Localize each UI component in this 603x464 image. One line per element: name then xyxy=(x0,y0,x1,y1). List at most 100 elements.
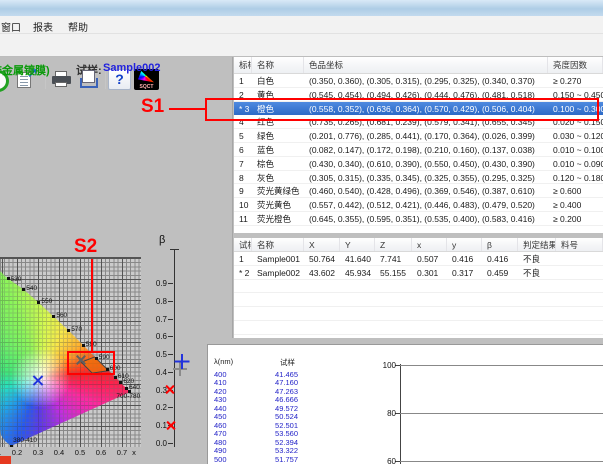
standards-row[interactable]: 11荧光橙色(0.645, 0.355), (0.595, 0.351), (0… xyxy=(234,212,603,226)
app-window: 窗口 报表 帮助 ↗ ? SQCT 非金属镀膜) 试样: Sample002 xyxy=(0,0,603,464)
spectral-chart-y-axis xyxy=(400,364,401,464)
beta-tick xyxy=(168,354,173,355)
menu-help[interactable]: 帮助 xyxy=(68,19,88,34)
beta-tick xyxy=(168,336,173,337)
standards-cell: 绿色 xyxy=(252,129,304,142)
menu-window[interactable]: 窗口 xyxy=(1,19,21,34)
samples-col-header[interactable]: 判定结果 xyxy=(518,238,556,251)
samples-cell: 55.155 xyxy=(375,266,412,279)
samples-empty-row xyxy=(234,321,603,335)
menu-report[interactable]: 报表 xyxy=(33,19,53,34)
chart-tick-label: 60 xyxy=(376,457,396,464)
x-axis-tick: 0.5 xyxy=(72,448,88,457)
samples-row[interactable]: 1Sample00150.76441.6407.7410.5070.4160.4… xyxy=(234,252,603,266)
standards-cell: 0.010 ~ 0.090 xyxy=(548,157,603,170)
standards-cell: ≥ 0.200 xyxy=(548,212,603,225)
samples-row[interactable]: * 2Sample00243.60245.93455.1550.3010.317… xyxy=(234,266,603,280)
wavelength-label: 700-780 xyxy=(116,393,140,400)
samples-cell: 50.764 xyxy=(304,252,340,265)
print-button[interactable] xyxy=(49,69,74,90)
standards-cell: 0.030 ~ 0.120 xyxy=(548,129,603,142)
samples-cell: 不良 xyxy=(518,252,556,265)
standards-cell: 9 xyxy=(234,184,252,197)
wavelength-label: 550 xyxy=(41,298,52,305)
samples-col-header[interactable]: 料号 xyxy=(556,238,603,251)
standards-cell: 0.010 ~ 0.100 xyxy=(548,143,603,156)
standards-row[interactable]: 5绿色(0.201, 0.776), (0.285, 0.441), (0.17… xyxy=(234,129,603,143)
standards-cell: (0.430, 0.340), (0.610, 0.390), (0.550, … xyxy=(304,157,548,170)
spectral-panel: λ(nm) 试样 40041.46541047.16042047.2634304… xyxy=(207,344,603,464)
chart-tick-label: 80 xyxy=(376,409,396,418)
standards-row[interactable]: 7棕色(0.430, 0.340), (0.610, 0.390), (0.55… xyxy=(234,157,603,171)
samples-cell: * 2 xyxy=(234,266,252,279)
standards-col-header[interactable]: 亮度因数 xyxy=(548,57,603,73)
locus-point xyxy=(10,445,13,447)
wavelength-label: 530 xyxy=(11,276,22,283)
beta-tick xyxy=(168,443,173,444)
samples-cell: 0.416 xyxy=(447,252,482,265)
beta-tick-label: 0.9 xyxy=(146,279,167,288)
samples-col-header[interactable]: x xyxy=(412,238,447,251)
standards-row[interactable]: 10荧光黄色(0.557, 0.442), (0.512, 0.421), (0… xyxy=(234,198,603,212)
standards-cell: (0.201, 0.776), (0.285, 0.441), (0.170, … xyxy=(304,129,548,142)
print-preview-icon xyxy=(82,70,95,83)
chart-tick-label: 100 xyxy=(376,361,396,370)
standards-table-header: 标样名称色品坐标亮度因数 xyxy=(234,57,603,74)
samples-col-header[interactable]: Z xyxy=(375,238,412,251)
standards-col-header[interactable]: 色品坐标 xyxy=(304,57,548,73)
standards-row[interactable]: 9荧光黄绿色(0.460, 0.540), (0.428, 0.496), (0… xyxy=(234,184,603,198)
standards-cell: 棕色 xyxy=(252,157,304,170)
current-sample-name: Sample002 xyxy=(103,62,160,74)
standards-cell: 0.120 ~ 0.180 xyxy=(548,171,603,184)
standards-cell: ≥ 0.400 xyxy=(548,198,603,211)
samples-cell: 45.934 xyxy=(340,266,375,279)
beta-tick-label: 0.2 xyxy=(146,403,167,412)
samples-col-header[interactable]: X xyxy=(304,238,340,251)
wavelength-label: 570 xyxy=(71,326,82,333)
standards-col-header[interactable]: 标样 xyxy=(234,57,252,73)
samples-col-header[interactable]: 名称 xyxy=(252,238,304,251)
beta-tick-label: 0.4 xyxy=(146,368,167,377)
x-axis-tick: 0.6 xyxy=(93,448,109,457)
standards-cell: 灰色 xyxy=(252,171,304,184)
samples-col-header[interactable]: 试样 xyxy=(234,238,252,251)
samples-col-header[interactable]: y xyxy=(447,238,482,251)
standards-cell: 7 xyxy=(234,157,252,170)
chart-gridline xyxy=(400,413,603,414)
coating-type-label: 非金属镀膜) xyxy=(0,62,50,78)
wavelength-label: 560 xyxy=(56,312,67,319)
standards-cell: 5 xyxy=(234,129,252,142)
standards-row[interactable]: 1白色(0.350, 0.360), (0.305, 0.315), (0.29… xyxy=(234,74,603,88)
samples-empty-row xyxy=(234,307,603,321)
beta-axis-label: β xyxy=(159,234,165,246)
s1-highlight-box xyxy=(205,98,599,121)
beta-axis xyxy=(174,249,175,447)
samples-cell: 41.640 xyxy=(340,252,375,265)
samples-table: 试样名称XYZxyβ判定结果料号 1Sample00150.76441.6407… xyxy=(234,238,603,338)
standards-col-header[interactable]: 名称 xyxy=(252,57,304,73)
standards-cell: 荧光黄色 xyxy=(252,198,304,211)
samples-col-header[interactable]: Y xyxy=(340,238,375,251)
samples-cell: 43.602 xyxy=(304,266,340,279)
samples-cell: 1 xyxy=(234,252,252,265)
standards-row[interactable]: 6蓝色(0.082, 0.147), (0.172, 0.198), (0.21… xyxy=(234,143,603,157)
standards-cell: ≥ 0.600 xyxy=(548,184,603,197)
wavelength-value: 470 xyxy=(214,430,240,438)
beta-tick-label: 0.3 xyxy=(146,386,167,395)
standards-cell: (0.305, 0.315), (0.335, 0.345), (0.325, … xyxy=(304,171,548,184)
standards-cell: (0.460, 0.540), (0.428, 0.496), (0.369, … xyxy=(304,184,548,197)
locus-point xyxy=(119,381,122,384)
standards-table: 标样名称色品坐标亮度因数 1白色(0.350, 0.360), (0.305, … xyxy=(234,57,603,233)
samples-col-header[interactable]: β xyxy=(482,238,518,251)
standards-row[interactable]: 8灰色(0.305, 0.315), (0.335, 0.345), (0.32… xyxy=(234,171,603,185)
samples-cell: 0.317 xyxy=(447,266,482,279)
samples-cell: 0.301 xyxy=(412,266,447,279)
beta-tick-label: 0.6 xyxy=(146,332,167,341)
standards-cell: (0.645, 0.355), (0.595, 0.351), (0.535, … xyxy=(304,212,548,225)
reflectance-value: 53.560 xyxy=(263,430,298,438)
wavelength-value: 490 xyxy=(214,447,240,455)
samples-cell: Sample001 xyxy=(252,252,304,265)
standards-cell: (0.082, 0.147), (0.172, 0.198), (0.210, … xyxy=(304,143,548,156)
sample-column-header: 试样 xyxy=(280,357,295,368)
x-axis-tick: 0.3 xyxy=(30,448,46,457)
